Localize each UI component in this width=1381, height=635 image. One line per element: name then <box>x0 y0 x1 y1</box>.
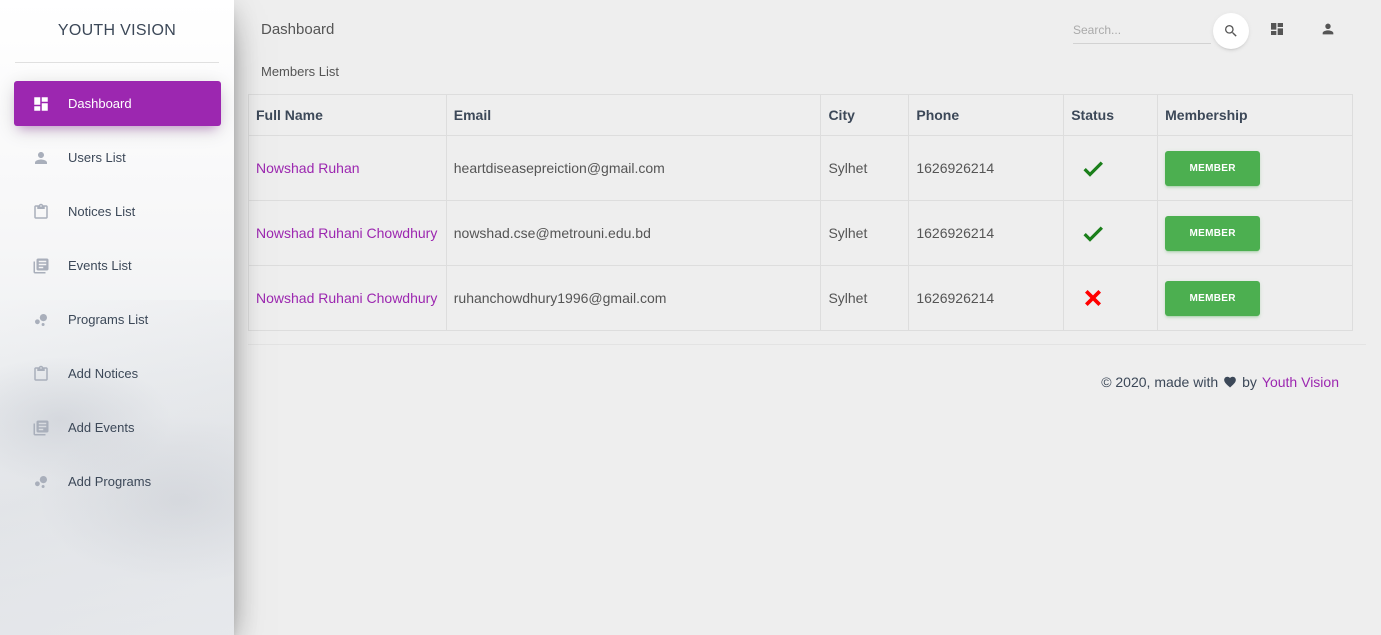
member-email: heartdiseasepreiction@gmail.com <box>445 135 822 201</box>
sidebar-item-label: Add Programs <box>68 474 152 489</box>
person-icon <box>1322 23 1334 35</box>
member-membership: MEMBER <box>1157 265 1353 331</box>
member-phone: 1626926214 <box>908 200 1065 266</box>
member-email: nowshad.cse@metrouni.edu.bd <box>445 200 822 266</box>
sidebar-item-dashboard[interactable]: Dashboard <box>14 81 221 126</box>
member-membership: MEMBER <box>1157 200 1353 266</box>
member-name[interactable]: Nowshad Ruhani Chowdhury <box>248 200 447 266</box>
member-city: Sylhet <box>820 135 910 201</box>
sidebar: YOUTH VISION Dashboard Users List Notice… <box>0 0 234 635</box>
member-name[interactable]: Nowshad Ruhan <box>248 135 447 201</box>
members-table-container: Full Name Email City Phone Status Member… <box>248 94 1353 331</box>
column-header-status: Status <box>1063 94 1159 136</box>
member-phone: 1626926214 <box>908 135 1065 201</box>
member-city: Sylhet <box>820 200 910 266</box>
sidebar-item-label: Add Events <box>68 420 135 435</box>
member-button[interactable]: MEMBER <box>1165 280 1261 316</box>
cross-icon <box>1071 286 1150 310</box>
content-divider <box>248 344 1366 345</box>
sidebar-item-events-list[interactable]: Events List <box>14 243 221 288</box>
column-header-membership: Membership <box>1157 94 1353 136</box>
section-title: Members List <box>261 64 340 79</box>
library-books-icon <box>32 419 50 437</box>
sidebar-item-add-events[interactable]: Add Events <box>14 405 221 450</box>
bubble-chart-icon <box>32 473 50 491</box>
sidebar-item-add-notices[interactable]: Add Notices <box>14 351 221 396</box>
library-books-icon <box>32 257 50 275</box>
logo-divider <box>15 62 219 63</box>
sidebar-item-label: Programs List <box>68 312 149 327</box>
dashboard-icon <box>1271 23 1283 35</box>
search-input[interactable] <box>1073 17 1211 43</box>
bubble-chart-icon <box>32 311 50 329</box>
search-icon <box>1225 25 1237 37</box>
sidebar-item-notices-list[interactable]: Notices List <box>14 189 221 234</box>
column-header-email: Email <box>445 94 822 136</box>
brand-logo-text[interactable]: YOUTH VISION <box>0 0 234 62</box>
member-name[interactable]: Nowshad Ruhani Chowdhury <box>248 265 447 331</box>
sidebar-item-label: Dashboard <box>68 96 132 111</box>
sidebar-item-label: Events List <box>68 258 132 273</box>
dashboard-icon <box>32 95 50 113</box>
sidebar-item-label: Users List <box>68 150 126 165</box>
footer-copyright: © 2020, made with <box>1101 374 1219 390</box>
person-icon <box>32 149 50 167</box>
footer-link[interactable]: Youth Vision <box>1262 374 1339 390</box>
sidebar-item-label: Notices List <box>68 204 136 219</box>
search-field <box>1073 17 1211 44</box>
member-status <box>1063 265 1159 331</box>
clipboard-icon <box>32 203 50 221</box>
member-email: ruhanchowdhury1996@gmail.com <box>445 265 822 331</box>
member-status <box>1063 135 1159 201</box>
clipboard-icon <box>32 365 50 383</box>
table-row: Nowshad Ruhan heartdiseasepreiction@gmai… <box>248 135 1353 201</box>
search-button[interactable] <box>1213 13 1249 49</box>
table-row: Nowshad Ruhani Chowdhury nowshad.cse@met… <box>248 200 1353 266</box>
dashboard-icon-button[interactable] <box>1269 21 1285 37</box>
member-button[interactable]: MEMBER <box>1165 215 1261 251</box>
profile-button[interactable] <box>1320 21 1336 37</box>
member-phone: 1626926214 <box>908 265 1065 331</box>
column-header-phone: Phone <box>908 94 1065 136</box>
table-row: Nowshad Ruhani Chowdhury ruhanchowdhury1… <box>248 265 1353 331</box>
footer: © 2020, made with by Youth Vision <box>1101 374 1339 390</box>
table-header-row: Full Name Email City Phone Status Member… <box>248 94 1353 136</box>
column-header-city: City <box>820 94 910 136</box>
sidebar-item-add-programs[interactable]: Add Programs <box>14 459 221 504</box>
member-membership: MEMBER <box>1157 135 1353 201</box>
sidebar-item-programs-list[interactable]: Programs List <box>14 297 221 342</box>
check-icon <box>1071 156 1150 180</box>
heart-icon <box>1218 375 1242 389</box>
sidebar-item-users-list[interactable]: Users List <box>14 135 221 180</box>
member-city: Sylhet <box>820 265 910 331</box>
sidebar-item-label: Add Notices <box>68 366 139 381</box>
member-button[interactable]: MEMBER <box>1165 150 1261 186</box>
footer-by: by <box>1242 374 1257 390</box>
member-status <box>1063 200 1159 266</box>
column-header-full-name: Full Name <box>248 94 447 136</box>
sidebar-nav: Dashboard Users List Notices List Events… <box>14 81 221 513</box>
members-table: Full Name Email City Phone Status Member… <box>248 94 1353 331</box>
check-icon <box>1071 221 1150 245</box>
page-title[interactable]: Dashboard <box>261 21 334 38</box>
